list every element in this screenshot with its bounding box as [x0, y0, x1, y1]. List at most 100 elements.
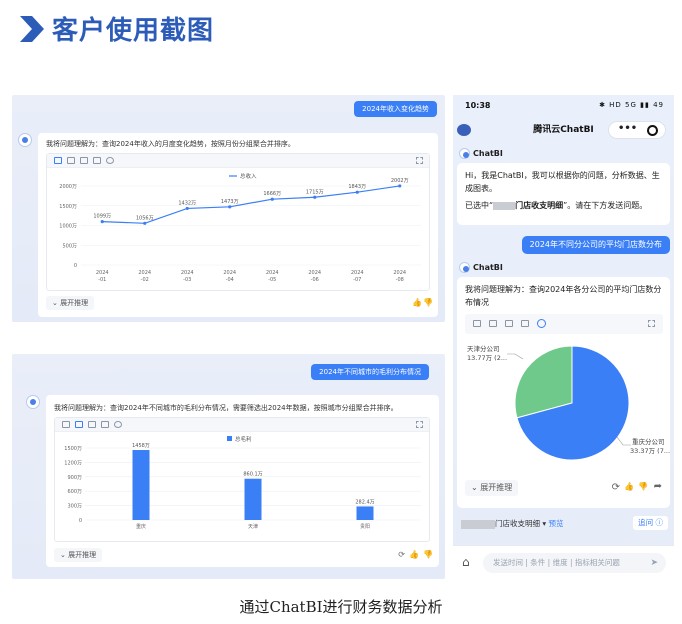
pie-chart-icon[interactable] — [114, 421, 122, 428]
thumbs-up-icon[interactable]: 👍 — [624, 482, 634, 491]
data-point — [185, 206, 189, 211]
bar-stack-icon[interactable] — [88, 421, 96, 428]
bar-chart: 总毛利 0 300万 600万 900万 1200万 1500万 1458万重庆 860.1万天… — [64, 435, 421, 530]
y-tick-label: 1000万 — [59, 224, 77, 230]
legend-label: 总毛利 — [235, 435, 252, 443]
slice-label: 天津分公司 — [467, 344, 500, 353]
leader-line — [507, 353, 524, 360]
x-tick-label: -03 — [183, 277, 191, 283]
bar-chart-icon[interactable] — [75, 421, 83, 428]
line-chart-icon[interactable] — [54, 157, 62, 164]
chart-toolbar — [55, 418, 429, 432]
thumbs-up-icon[interactable]: 👍 — [409, 550, 419, 559]
thumbs-up-icon[interactable]: 👍 — [412, 298, 422, 307]
x-tick-label: 2024 — [308, 270, 321, 276]
slice-value-label: 13.77万 (2... — [467, 354, 507, 362]
data-label: 1715万 — [306, 189, 324, 195]
fullscreen-icon[interactable] — [648, 320, 655, 327]
data-point — [398, 184, 402, 188]
data-label: 1843万 — [348, 184, 366, 190]
bar-chart-icon[interactable] — [67, 157, 75, 164]
chart-toolbar — [47, 154, 429, 168]
data-label: 1099万 — [93, 214, 111, 220]
x-tick-label: -08 — [396, 277, 404, 283]
question-input[interactable]: 发送时间 | 条件 | 维度 | 指标相关问题 ➤ — [483, 553, 666, 573]
line-chart-icon[interactable] — [473, 320, 481, 327]
figure-caption: 通过ChatBI进行财务数据分析 — [239, 598, 443, 616]
bar-stack-icon[interactable] — [80, 157, 88, 164]
share-icon[interactable]: ➦ — [654, 481, 662, 492]
line-chart-icon[interactable] — [62, 421, 70, 428]
user-query-bubble: 2024年不同分公司的平均门店数分布 — [521, 236, 670, 254]
legend-label: 总收入 — [240, 172, 257, 180]
x-tick-label: -01 — [98, 277, 106, 283]
table-icon[interactable] — [521, 320, 529, 327]
refresh-icon[interactable]: ⟳ — [398, 550, 405, 559]
data-point — [270, 197, 274, 201]
data-point — [143, 221, 147, 225]
bar-chart-icon[interactable] — [489, 320, 497, 327]
pie-chart-icon[interactable] — [106, 157, 114, 164]
chart-container: 总收入 0 500万 1000万 1500万 2000万 1099万 2024 -01 1056万… — [46, 153, 430, 291]
send-icon[interactable]: ➤ — [650, 553, 658, 573]
data-point — [228, 205, 232, 209]
more-icon[interactable]: ••• — [618, 123, 637, 134]
user-query-bubble: 2024年收入变化趋势 — [354, 101, 437, 117]
bot-name: ChatBI — [473, 263, 503, 272]
thumbs-down-icon[interactable]: 👎 — [423, 550, 433, 559]
table-icon[interactable] — [101, 421, 109, 428]
data-point — [100, 219, 104, 224]
bar-stack-icon[interactable] — [505, 320, 513, 327]
mini-program-capsule[interactable]: ••• — [608, 121, 666, 139]
x-tick-label: -07 — [353, 277, 361, 283]
status-time: 10:38 — [465, 101, 491, 110]
expand-reasoning-button[interactable]: ⌄ 展开推理 — [46, 296, 95, 310]
y-tick-label: 600万 — [67, 489, 82, 495]
bar — [356, 506, 374, 520]
bot-avatar-icon — [459, 262, 470, 273]
legend-swatch — [227, 436, 232, 441]
pie-chart-icon[interactable] — [537, 319, 546, 328]
x-tick-label: 2024 — [96, 270, 109, 276]
y-tick-label: 500万 — [62, 243, 77, 249]
status-icons: ✱ HD 5G ▮▮ 49 — [599, 101, 664, 109]
follow-up-button[interactable]: 追问 ⓘ — [633, 516, 668, 530]
data-label: 1432万 — [178, 200, 196, 206]
y-tick-label: 1200万 — [64, 460, 82, 466]
broom-icon[interactable]: ⌂ — [462, 555, 470, 569]
refresh-icon[interactable]: ⟳ — [612, 482, 620, 493]
input-bar: ⌂ 发送时间 | 条件 | 维度 | 指标相关问题 ➤ — [453, 545, 674, 579]
x-tick-label: 2024 — [266, 270, 279, 276]
answer-text: 我将问题理解为：查询2024年各分公司的平均门店数分布情况 — [465, 285, 662, 307]
user-query-bubble: 2024年不同城市的毛利分布情况 — [311, 364, 429, 380]
answer-card: 我将问题理解为：查询2024年各分公司的平均门店数分布情况 天津分公司 13.77… — [457, 277, 670, 508]
screenshot-panel-margin: 2024年不同城市的毛利分布情况 我将问题理解为：查询2024年不同城市的毛利分… — [12, 354, 445, 579]
redacted-block — [493, 201, 516, 210]
close-target-icon[interactable] — [647, 125, 658, 136]
answer-text: 我将问题理解为：查询2024年收入的月度变化趋势，按照月份分组聚合并排序。 — [46, 140, 295, 148]
thumbs-down-icon[interactable]: 👎 — [638, 482, 648, 491]
bot-avatar-icon — [18, 133, 32, 147]
thumbs-down-icon[interactable]: 👎 — [423, 298, 433, 307]
data-label: 1458万 — [132, 443, 150, 449]
data-label: 1056万 — [136, 215, 154, 221]
y-tick-label: 300万 — [67, 504, 82, 510]
data-label: 282.4万 — [355, 499, 374, 505]
bar — [132, 450, 150, 520]
expand-reasoning-button[interactable]: ⌄ 展开推理 — [465, 480, 519, 496]
y-tick-label: 900万 — [67, 475, 82, 481]
redacted-block — [461, 519, 495, 529]
data-label: 1473万 — [221, 199, 239, 205]
x-tick-label: -05 — [268, 277, 276, 283]
selected-table-text: 已选中“ 门店收支明细”。请在下方发送问题。 — [465, 201, 648, 210]
fullscreen-icon[interactable] — [416, 157, 423, 164]
fullscreen-icon[interactable] — [416, 421, 423, 428]
table-icon[interactable] — [93, 157, 101, 164]
data-label: 1666万 — [263, 191, 281, 197]
bar — [244, 478, 262, 520]
expand-reasoning-button[interactable]: ⌄ 展开推理 — [54, 548, 103, 562]
x-tick-label: 2024 — [351, 270, 364, 276]
x-tick-label: 2024 — [223, 270, 236, 276]
x-tick-label: 2024 — [393, 270, 406, 276]
table-chip[interactable]: 门店收支明细 ▾ 预览 — [461, 518, 564, 529]
